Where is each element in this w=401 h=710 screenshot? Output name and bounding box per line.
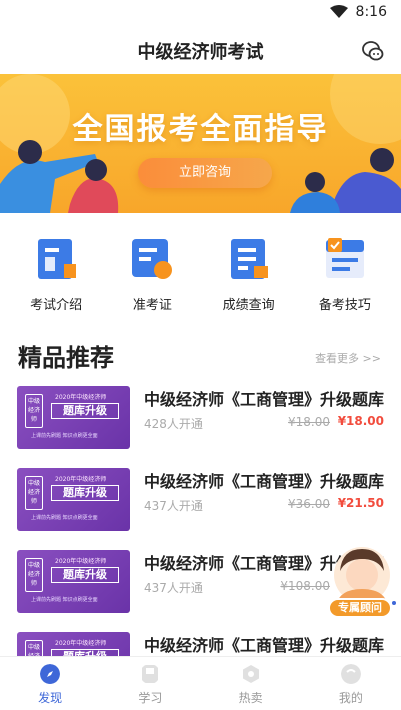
tab-study[interactable]: 学习 <box>100 657 200 710</box>
tab-hot-sale[interactable]: 热卖 <box>201 657 301 710</box>
quick-link-study-tips[interactable]: 备考技巧 <box>301 230 389 320</box>
thumbnail-seal: 中级经济师 <box>25 476 43 510</box>
thumbnail-bottom-text: 上课前先刷题 知识点刷更全面 <box>31 433 98 439</box>
tab-discover[interactable]: 发现 <box>0 657 100 710</box>
thumbnail-badge: 题库升级 <box>51 403 119 419</box>
course-count: 428人开通 <box>144 417 203 431</box>
thumbnail-badge: 题库升级 <box>51 567 119 583</box>
course-title: 中级经济师《工商管理》升级题库 <box>144 390 385 409</box>
exam-intro-icon <box>38 239 77 279</box>
score-query-icon <box>230 239 268 279</box>
course-thumbnail: 中级经济师 2020年中级经济师 题库升级 上课前先刷题 知识点刷更全面 <box>17 386 130 449</box>
thumbnail-bottom-text: 上课前先刷题 知识点刷更全面 <box>31 597 98 603</box>
promo-banner[interactable]: 全国报考全面指导 立即咨询 <box>0 74 401 213</box>
course-count: 437人开通 <box>144 499 203 513</box>
tab-label: 我的 <box>338 691 363 705</box>
compass-icon <box>40 664 61 684</box>
quick-link-label: 考试介绍 <box>30 298 83 313</box>
section-header: 精品推荐 查看更多 >> <box>18 338 383 372</box>
thumbnail-badge: 题库升级 <box>51 485 119 501</box>
hexagon-icon <box>242 665 259 683</box>
thumbnail-bottom-text: 上课前先刷题 知识点刷更全面 <box>31 515 98 521</box>
quick-link-label: 成绩查询 <box>222 298 275 313</box>
quick-link-label: 备考技巧 <box>318 298 371 313</box>
status-time: 8:16 <box>355 4 387 20</box>
banner-title: 全国报考全面指导 <box>72 112 329 147</box>
course-thumbnail: 中级经济师 2020年中级经济师 题库升级 上课前先刷题 知识点刷更全面 <box>17 468 130 531</box>
page-title: 中级经济师考试 <box>137 42 264 63</box>
status-bar: 8:16 <box>0 0 401 26</box>
thumbnail-top-text: 2020年中级经济师 <box>55 640 107 647</box>
quick-link-score-query[interactable]: 成绩查询 <box>205 230 293 320</box>
book-icon <box>142 665 159 683</box>
list-item[interactable]: 中级经济师 2020年中级经济师 题库升级 上课前先刷题 知识点刷更全面 中级经… <box>0 466 401 532</box>
course-thumbnail: 中级经济师 2020年中级经济师 题库升级 上课前先刷题 知识点刷更全面 <box>17 550 130 613</box>
advisor-floating-button[interactable]: 专属顾问 <box>322 545 398 625</box>
course-old-price: ¥36.00 <box>288 497 330 511</box>
consult-button[interactable]: 立即咨询 <box>138 158 272 188</box>
advisor-avatar <box>334 547 396 605</box>
course-title: 中级经济师《工商管理》升级题库 <box>144 636 385 655</box>
thumbnail-top-text: 2020年中级经济师 <box>55 476 107 483</box>
app-header: 中级经济师考试 <box>0 26 401 74</box>
tab-label: 发现 <box>38 691 63 705</box>
see-more-link[interactable]: 查看更多 >> <box>315 350 381 366</box>
section-title: 精品推荐 <box>18 344 114 372</box>
tab-label: 学习 <box>138 691 163 705</box>
course-count: 437人开通 <box>144 581 203 595</box>
profile-icon <box>340 664 361 684</box>
study-tips-icon <box>325 238 364 278</box>
wifi-icon <box>329 5 348 18</box>
course-price: ¥18.00 <box>337 414 384 428</box>
status-icons: 8:16 <box>329 4 387 20</box>
admission-ticket-icon <box>132 239 173 279</box>
course-price: ¥21.50 <box>337 496 384 510</box>
thumbnail-seal: 中级经济师 <box>25 558 43 592</box>
thumbnail-top-text: 2020年中级经济师 <box>55 558 107 565</box>
thumbnail-top-text: 2020年中级经济师 <box>55 394 107 401</box>
bottom-tab-bar: 发现 学习 热卖 我的 <box>0 656 401 710</box>
course-old-price: ¥18.00 <box>288 415 330 429</box>
quick-link-admission-ticket[interactable]: 准考证 <box>108 230 196 320</box>
chat-bubbles-icon[interactable] <box>361 39 385 63</box>
tab-me[interactable]: 我的 <box>301 657 401 710</box>
tab-label: 热卖 <box>238 691 263 705</box>
quick-link-label: 准考证 <box>132 298 172 313</box>
quick-link-exam-intro[interactable]: 考试介绍 <box>12 230 100 320</box>
thumbnail-seal: 中级经济师 <box>25 394 43 428</box>
quick-links: 考试介绍 准考证 成绩查询 备考技巧 <box>0 230 401 320</box>
list-item[interactable]: 中级经济师 2020年中级经济师 题库升级 上课前先刷题 知识点刷更全面 中级经… <box>0 384 401 450</box>
course-title: 中级经济师《工商管理》升级题库 <box>144 472 385 491</box>
advisor-label: 专属顾问 <box>328 598 392 618</box>
